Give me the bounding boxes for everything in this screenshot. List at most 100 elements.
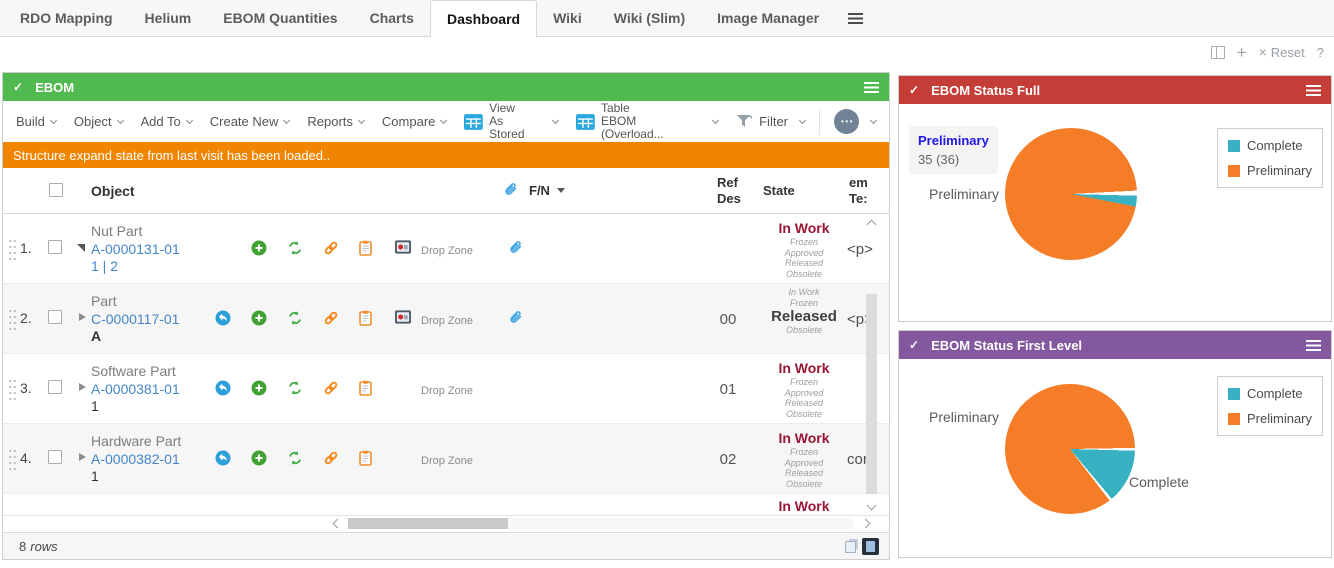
select-all-checkbox[interactable] (49, 183, 63, 197)
add-item-icon[interactable] (251, 450, 267, 466)
tab-wiki-slim[interactable]: Wiki (Slim) (598, 0, 701, 36)
goto-icon[interactable] (215, 310, 231, 326)
tab-overflow-menu-button[interactable] (835, 0, 876, 36)
vertical-scrollbar[interactable] (864, 214, 879, 516)
drag-handle-icon[interactable] (8, 378, 17, 402)
scroll-right-icon[interactable] (861, 519, 871, 529)
legend-item-preliminary[interactable]: Preliminary (1228, 411, 1312, 426)
create-new-menu[interactable]: Create New (201, 114, 299, 129)
drop-zone[interactable]: Drop Zone (421, 385, 473, 397)
sync-icon[interactable] (287, 380, 303, 396)
horizontal-scrollbar[interactable] (3, 516, 889, 532)
item-link[interactable]: A-0000382-01 (91, 451, 180, 467)
add-item-icon[interactable] (251, 240, 267, 256)
filter-menu[interactable]: Filter (727, 114, 814, 129)
table-row[interactable]: 3. Software Part A-0000381-01 1 Drop Zon… (3, 354, 889, 424)
drop-zone[interactable]: Drop Zone (421, 455, 473, 467)
scroll-up-icon[interactable] (867, 220, 877, 230)
reset-button[interactable]: Reset (1271, 45, 1305, 60)
link-icon[interactable] (323, 450, 339, 466)
pie-chart[interactable] (1005, 128, 1137, 260)
drag-handle-icon[interactable] (8, 238, 17, 262)
revision-links[interactable]: 1 | 2 (91, 258, 118, 274)
goto-icon[interactable] (215, 450, 231, 466)
panel-menu-icon[interactable] (864, 82, 879, 93)
item-link[interactable]: C-0000117-01 (91, 311, 179, 327)
tab-charts[interactable]: Charts (354, 0, 430, 36)
widget-menu-icon[interactable] (1306, 340, 1321, 351)
add-widget-button[interactable]: + (1237, 46, 1247, 59)
row-checkbox[interactable] (48, 380, 62, 394)
image-icon[interactable] (395, 310, 411, 326)
legend-item-complete[interactable]: Complete (1228, 138, 1312, 153)
widget-menu-icon[interactable] (1306, 85, 1321, 96)
link-icon[interactable] (323, 240, 339, 256)
table-row[interactable]: 4. Hardware Part A-0000382-01 1 Drop Zon… (3, 424, 889, 494)
row-checkbox[interactable] (48, 240, 62, 254)
tab-ebom-quantities[interactable]: EBOM Quantities (207, 0, 353, 36)
sync-icon[interactable] (287, 240, 303, 256)
column-header-state[interactable]: State (763, 183, 795, 198)
reports-menu[interactable]: Reports (298, 114, 373, 129)
sync-icon[interactable] (287, 310, 303, 326)
scroll-left-icon[interactable] (333, 519, 343, 529)
column-header-object[interactable]: Object (91, 183, 135, 199)
tab-wiki[interactable]: Wiki (537, 0, 598, 36)
legend-item-complete[interactable]: Complete (1228, 386, 1312, 401)
item-link[interactable]: A-0000131-01 (91, 241, 180, 257)
compare-menu[interactable]: Compare (373, 114, 455, 129)
expand-toggle-icon[interactable] (79, 453, 86, 461)
fullscreen-toggle-icon[interactable] (862, 538, 879, 555)
image-icon[interactable] (395, 240, 411, 256)
add-to-menu[interactable]: Add To (132, 114, 201, 129)
tab-dashboard[interactable]: Dashboard (430, 0, 537, 37)
chevron-down-icon (283, 116, 290, 123)
link-icon[interactable] (323, 310, 339, 326)
add-column-icon[interactable] (1211, 46, 1225, 59)
paperclip-icon[interactable] (508, 310, 525, 332)
drag-handle-icon[interactable] (8, 448, 17, 472)
scroll-down-icon[interactable] (867, 501, 877, 511)
row-checkbox[interactable] (48, 450, 62, 464)
table-selector[interactable]: TableEBOM (Overload... (567, 102, 727, 141)
expand-toggle-icon[interactable] (79, 313, 86, 321)
tab-helium[interactable]: Helium (129, 0, 208, 36)
object-menu[interactable]: Object (65, 114, 132, 129)
expand-toggle-icon[interactable] (79, 383, 86, 391)
column-header-fn[interactable]: F/N (529, 183, 565, 198)
drop-zone[interactable]: Drop Zone (421, 315, 473, 327)
column-header-ref-des[interactable]: RefDes (717, 175, 741, 207)
clipboard-icon[interactable] (359, 450, 375, 466)
link-icon[interactable] (323, 380, 339, 396)
more-actions-button[interactable]: ••• (825, 109, 885, 134)
view-selector[interactable]: ViewAs Stored (455, 102, 567, 141)
add-item-icon[interactable] (251, 380, 267, 396)
table-row[interactable]: 1. Nut Part A-0000131-01 1 | 2 Drop Zone (3, 214, 889, 284)
collapse-toggle-icon[interactable] (77, 244, 85, 252)
table-row[interactable]: 2. Part C-0000117-01 A Drop Zone (3, 284, 889, 354)
paperclip-icon[interactable] (508, 240, 525, 262)
row-checkbox[interactable] (48, 310, 62, 324)
table-row-partial[interactable]: In Work (3, 494, 889, 516)
clipboard-icon[interactable] (359, 380, 375, 396)
pie-chart[interactable] (1005, 384, 1135, 514)
goto-icon[interactable] (215, 380, 231, 396)
build-menu[interactable]: Build (7, 114, 65, 129)
legend-item-preliminary[interactable]: Preliminary (1228, 163, 1312, 178)
vertical-scroll-thumb[interactable] (866, 294, 877, 494)
drag-handle-icon[interactable] (8, 308, 17, 332)
clipboard-icon[interactable] (359, 310, 375, 326)
drop-zone[interactable]: Drop Zone (421, 245, 473, 257)
paperclip-icon[interactable] (503, 182, 520, 204)
help-button[interactable]: ? (1317, 45, 1324, 60)
add-item-icon[interactable] (251, 310, 267, 326)
column-header-item-text[interactable]: emTe: (849, 175, 868, 207)
clipboard-icon[interactable] (359, 240, 375, 256)
tab-image-manager[interactable]: Image Manager (701, 0, 835, 36)
horizontal-scroll-track[interactable] (348, 518, 853, 529)
item-link[interactable]: A-0000381-01 (91, 381, 180, 397)
copy-icon[interactable] (845, 539, 858, 553)
tab-rdo-mapping[interactable]: RDO Mapping (4, 0, 129, 36)
horizontal-scroll-thumb[interactable] (348, 518, 508, 529)
sync-icon[interactable] (287, 450, 303, 466)
